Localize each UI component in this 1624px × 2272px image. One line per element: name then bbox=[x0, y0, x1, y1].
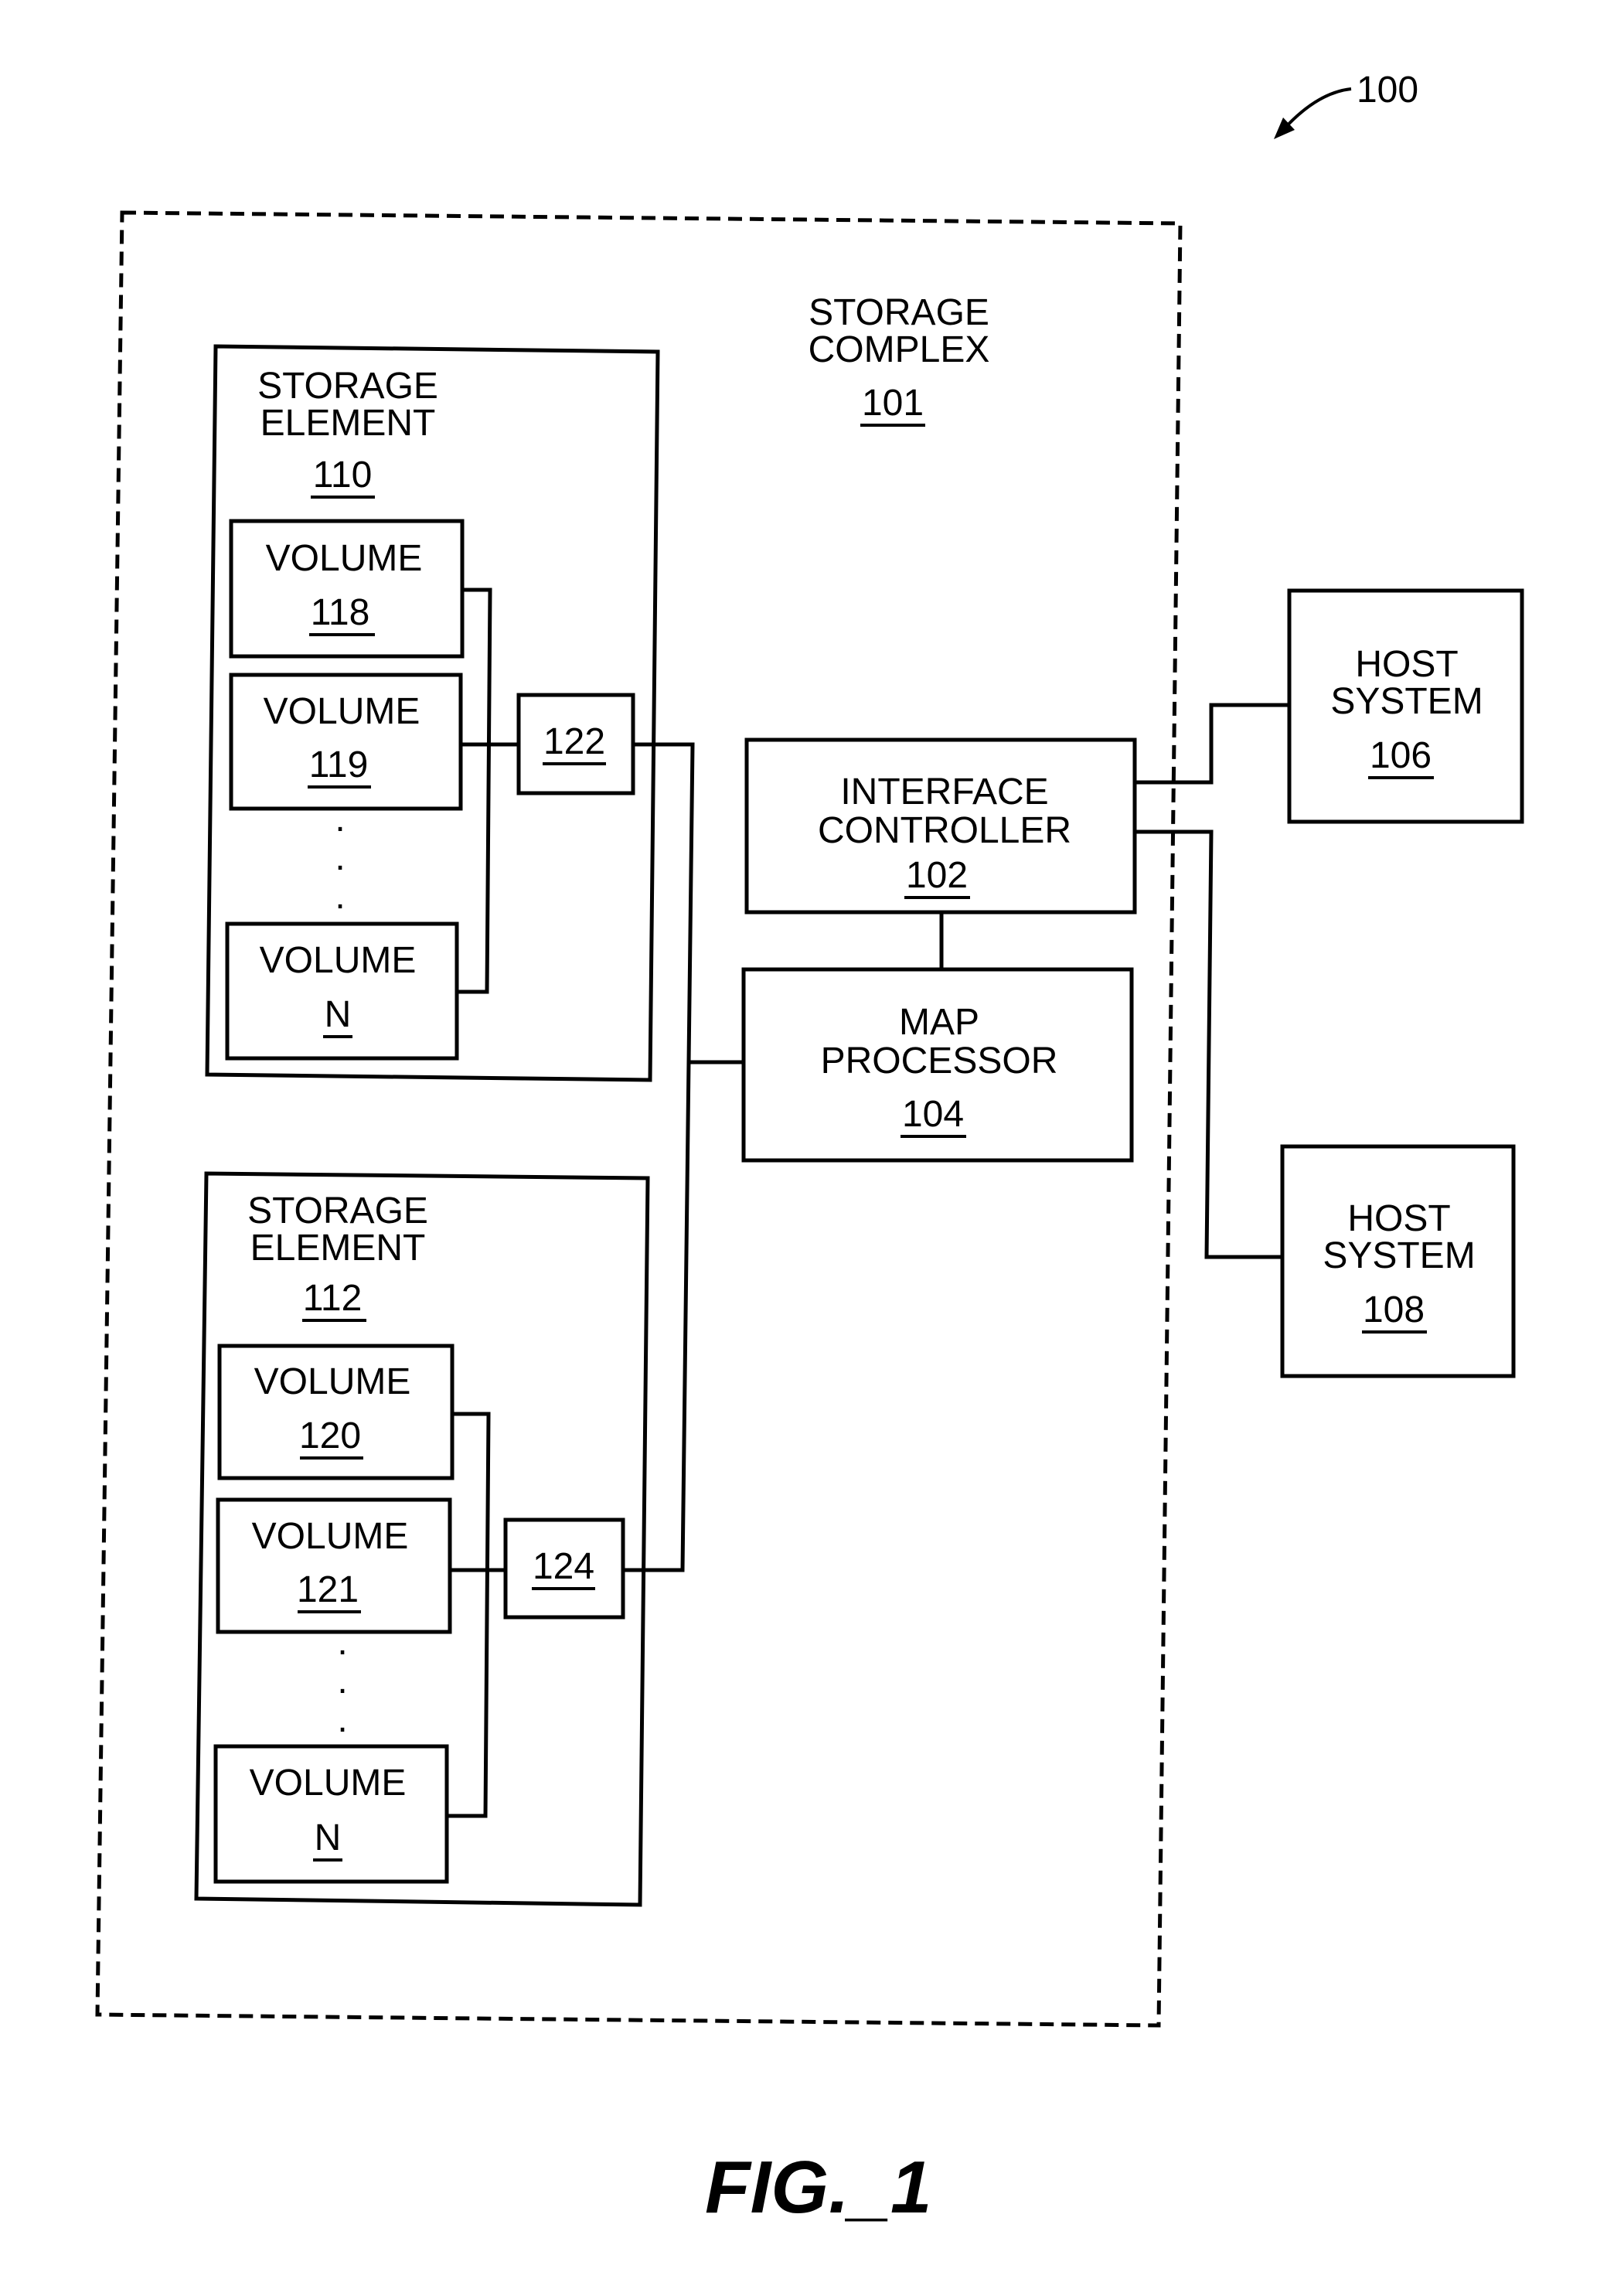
reference-arrow-icon bbox=[1282, 87, 1352, 131]
interface-controller-102: INTERFACE CONTROLLER 102 bbox=[744, 737, 1137, 915]
patent-figure: 100 STORAGE COMPLEX 101 STORAGE ELEMENT … bbox=[95, 70, 1524, 2229]
svg-text:N: N bbox=[325, 994, 352, 1035]
figure-caption: FIG._1 bbox=[705, 2146, 931, 2229]
svg-text:CONTROLLER: CONTROLLER bbox=[818, 810, 1071, 851]
svg-text:COMPLEX: COMPLEX bbox=[809, 329, 990, 370]
svg-text:HOST: HOST bbox=[1355, 644, 1458, 685]
svg-text:119: 119 bbox=[309, 744, 369, 785]
ellipsis-dots: . . . bbox=[337, 1622, 347, 1740]
svg-text:VOLUME: VOLUME bbox=[250, 1763, 407, 1804]
svg-text:118: 118 bbox=[311, 592, 370, 633]
svg-text:.: . bbox=[337, 1699, 347, 1740]
volume-120: VOLUME 120 bbox=[217, 1344, 455, 1480]
figure-reference: 100 bbox=[1274, 70, 1418, 139]
svg-text:ELEMENT: ELEMENT bbox=[250, 1228, 426, 1269]
svg-text:102: 102 bbox=[906, 855, 968, 896]
svg-text:.: . bbox=[335, 876, 345, 917]
svg-text:MAP: MAP bbox=[899, 1002, 979, 1043]
svg-text:VOLUME: VOLUME bbox=[260, 940, 417, 981]
svg-text:108: 108 bbox=[1363, 1289, 1425, 1330]
connector-122: 122 bbox=[516, 693, 635, 795]
host-system-108: HOST SYSTEM 108 bbox=[1280, 1144, 1516, 1378]
svg-text:121: 121 bbox=[297, 1569, 359, 1610]
svg-text:124: 124 bbox=[533, 1546, 594, 1587]
link-controller-to-host-106 bbox=[1135, 703, 1289, 785]
svg-text:.: . bbox=[335, 837, 345, 878]
map-processor-104: MAP PROCESSOR 104 bbox=[741, 967, 1134, 1163]
svg-text:106: 106 bbox=[1370, 735, 1432, 776]
host-system-106: HOST SYSTEM 106 bbox=[1287, 588, 1524, 824]
svg-text:ELEMENT: ELEMENT bbox=[260, 403, 436, 444]
svg-text:VOLUME: VOLUME bbox=[266, 538, 423, 579]
svg-text:VOLUME: VOLUME bbox=[252, 1516, 409, 1557]
storage-complex-label: STORAGE COMPLEX 101 bbox=[809, 292, 990, 427]
svg-text:.: . bbox=[335, 799, 345, 840]
link-controller-to-host-108 bbox=[1135, 829, 1282, 1259]
svg-text:SYSTEM: SYSTEM bbox=[1323, 1235, 1475, 1276]
storage-element-ref: 110 bbox=[313, 455, 373, 496]
ellipsis-dots: . . . bbox=[335, 799, 345, 917]
svg-text:INTERFACE: INTERFACE bbox=[840, 772, 1048, 812]
svg-text:.: . bbox=[337, 1622, 347, 1663]
svg-text:104: 104 bbox=[902, 1094, 964, 1135]
svg-text:STORAGE: STORAGE bbox=[257, 366, 438, 407]
connector-124: 124 bbox=[503, 1518, 625, 1620]
svg-text:120: 120 bbox=[299, 1415, 361, 1456]
storage-complex-boundary bbox=[95, 210, 1183, 2028]
svg-text:.: . bbox=[337, 1661, 347, 1701]
storage-element-ref: 112 bbox=[303, 1278, 363, 1319]
storage-element-110: STORAGE ELEMENT 110 VOLUME 118 VOLUME 11… bbox=[205, 344, 660, 1082]
svg-text:VOLUME: VOLUME bbox=[254, 1361, 411, 1402]
svg-text:PROCESSOR: PROCESSOR bbox=[821, 1041, 1058, 1081]
figure-reference-number: 100 bbox=[1357, 70, 1418, 111]
svg-text:SYSTEM: SYSTEM bbox=[1330, 681, 1483, 722]
svg-text:HOST: HOST bbox=[1347, 1198, 1450, 1239]
svg-text:122: 122 bbox=[543, 721, 605, 762]
link-122-to-map-processor bbox=[623, 742, 695, 1572]
svg-text:STORAGE: STORAGE bbox=[809, 292, 989, 333]
volume-121: VOLUME 121 bbox=[216, 1497, 452, 1634]
svg-text:N: N bbox=[315, 1817, 342, 1858]
storage-element-112: STORAGE ELEMENT 112 VOLUME 120 VOLUME 12… bbox=[194, 1171, 650, 1907]
volume-n: VOLUME N bbox=[213, 1744, 449, 1884]
volume-n: VOLUME N bbox=[225, 921, 459, 1061]
svg-text:VOLUME: VOLUME bbox=[264, 691, 420, 732]
volume-118: VOLUME 118 bbox=[229, 519, 465, 659]
svg-text:STORAGE: STORAGE bbox=[247, 1191, 428, 1231]
volume-119: VOLUME 119 bbox=[229, 673, 463, 811]
storage-complex-ref: 101 bbox=[862, 383, 924, 424]
